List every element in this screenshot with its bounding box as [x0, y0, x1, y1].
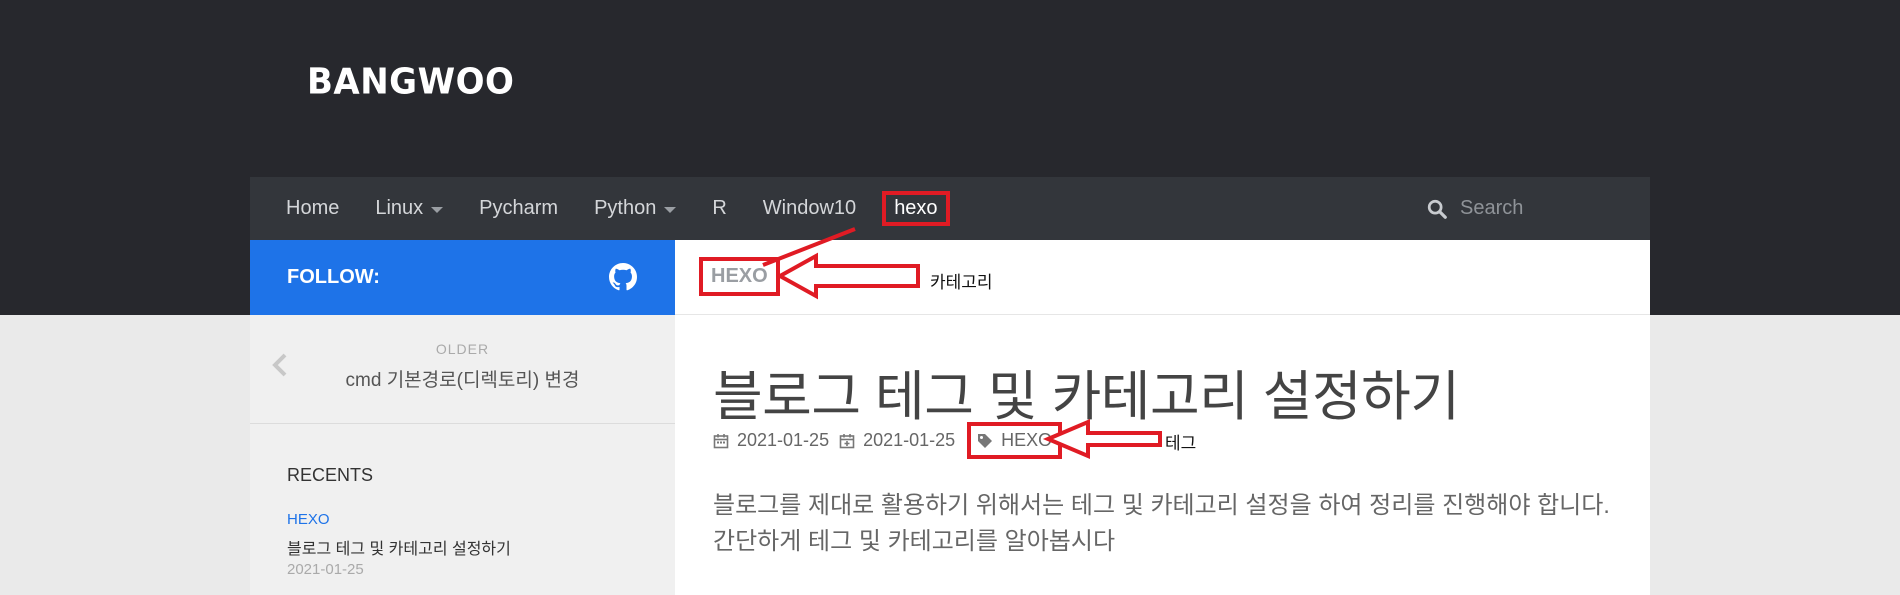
nav-item-label: Home [286, 197, 340, 219]
older-post-title[interactable]: cmd 기본경로(디렉토리) 변경 [250, 365, 675, 392]
search-box [1426, 177, 1590, 240]
calendar-icon [713, 433, 729, 448]
updated-date: 2021-01-25 [863, 430, 956, 450]
nav-item-label: Linux [375, 197, 424, 219]
recent-item-title[interactable]: 블로그 테그 및 카테고리 설정하기 [287, 535, 511, 559]
published-date: 2021-01-25 [737, 430, 830, 450]
excerpt-line: 간단하게 테그 및 카테고리를 알아봅시다 [713, 528, 1116, 555]
older-post-nav[interactable]: OLDER cmd 기본경로(디렉토리) 변경 [250, 315, 675, 424]
recent-item-category[interactable]: HEXO [287, 511, 330, 528]
calendar-plus-icon [839, 433, 855, 448]
post-excerpt: 블로그를 제대로 활용하기 위해서는 테그 및 카테고리 설정을 하여 정리를 … [713, 488, 1633, 560]
search-icon [1427, 199, 1447, 219]
annotation-tag-label: 테그 [1165, 434, 1197, 453]
nav-item-hexo[interactable]: hexo [882, 191, 950, 226]
post-title: 블로그 테그 및 카테고리 설정하기 [713, 367, 1460, 427]
nav-items: Home Linux Pycharm Python R Window10 hex… [250, 177, 950, 240]
recent-item-date: 2021-01-25 [287, 561, 364, 578]
meta-updated: 2021-01-25 [839, 430, 955, 451]
excerpt-line: 블로그를 제대로 활용하기 위해서는 테그 및 카테고리 설정을 하여 정리를 … [713, 492, 1610, 519]
annotation-category-label: 카테고리 [930, 273, 993, 292]
post-meta: 2021-01-25 2021-01-25 HEXO [713, 422, 1063, 459]
nav-item-r[interactable]: R [712, 197, 726, 220]
tag-icon [978, 433, 993, 448]
breadcrumb-category[interactable]: HEXO [699, 257, 780, 296]
search-input[interactable] [1460, 197, 1590, 220]
post-tag-label: HEXO [1001, 430, 1053, 450]
nav-item-pycharm[interactable]: Pycharm [479, 197, 558, 220]
recents-heading: RECENTS [287, 465, 374, 485]
main-nav: Home Linux Pycharm Python R Window10 hex… [250, 177, 1650, 240]
site-logo[interactable]: BANGWOO [307, 61, 514, 103]
nav-item-python[interactable]: Python [594, 197, 677, 220]
nav-item-label: Window10 [762, 197, 857, 219]
follow-bar: FOLLOW: [250, 240, 675, 315]
sidebar: OLDER cmd 기본경로(디렉토리) 변경 RECENTS HEXO 블로그… [250, 315, 675, 595]
nav-item-label: Python [594, 197, 657, 219]
post-tag[interactable]: HEXO [967, 422, 1063, 459]
post-content: 블로그 테그 및 카테고리 설정하기 2021-01-25 2021-01-25… [675, 315, 1650, 595]
nav-item-window10[interactable]: Window10 [763, 197, 856, 220]
nav-item-home[interactable]: Home [286, 197, 339, 220]
nav-item-label: R [712, 197, 727, 219]
meta-published: 2021-01-25 [713, 430, 829, 451]
caret-down-icon [664, 206, 677, 213]
older-label: OLDER [435, 341, 490, 357]
caret-down-icon [431, 206, 444, 213]
nav-item-label: Pycharm [479, 197, 559, 219]
nav-item-label: hexo [894, 197, 938, 219]
follow-label: FOLLOW: [287, 266, 380, 288]
breadcrumb-bar: HEXO [675, 240, 1650, 315]
nav-item-linux[interactable]: Linux [375, 197, 444, 220]
github-icon[interactable] [609, 263, 637, 291]
